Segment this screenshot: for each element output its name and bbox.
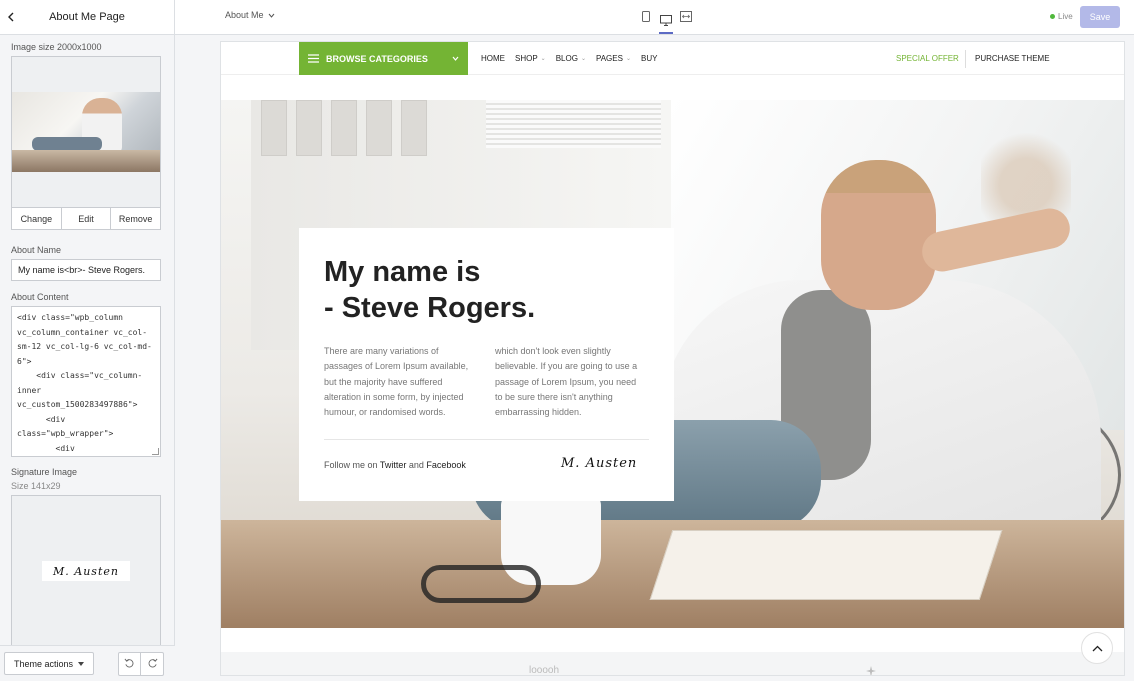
desktop-view-button[interactable] (659, 8, 673, 34)
menu-home[interactable]: HOME (481, 54, 505, 63)
about-image-preview[interactable] (11, 56, 161, 208)
hero-binder (366, 100, 392, 156)
menu-blog[interactable]: BLOG ⌄ (556, 54, 586, 63)
sidebar-title: About Me Page (49, 11, 125, 23)
chevron-down-icon (268, 13, 274, 18)
about-title-line2: - Steve Rogers. (324, 292, 536, 324)
signature: M. Austen (561, 456, 638, 471)
chevron-down-icon (452, 56, 459, 61)
chevron-up-icon (1092, 645, 1102, 651)
image-size-label: Image size 2000x1000 (11, 42, 102, 52)
change-image-button[interactable]: Change (12, 208, 62, 229)
remove-image-button[interactable]: Remove (111, 208, 160, 229)
thumb-desk (12, 150, 160, 172)
browse-categories-button[interactable]: BROWSE CATEGORIES (299, 42, 468, 75)
facebook-link[interactable]: Facebook (426, 460, 466, 470)
about-title: My name is - Steve Rogers. (324, 254, 535, 326)
save-button[interactable]: Save (1080, 6, 1120, 28)
resize-handle[interactable] (152, 448, 159, 455)
caret-down-icon: ⌄ (580, 56, 586, 62)
about-image-thumbnail (12, 92, 160, 172)
live-status: Live (1050, 12, 1073, 21)
sidebar-header: About Me Page (0, 0, 174, 35)
main-menu: HOME SHOP ⌄ BLOG ⌄ PAGES ⌄ BUY (481, 42, 657, 75)
editor-topbar: About Me Live Save (175, 0, 1134, 35)
about-name-input[interactable]: My name is<br>- Steve Rogers. (11, 259, 161, 281)
follow-and: and (406, 460, 427, 470)
hamburger-icon (308, 54, 319, 63)
about-card: My name is - Steve Rogers. There are man… (299, 228, 674, 501)
page-selector-label: About Me (225, 10, 264, 20)
hero-head (821, 160, 936, 310)
hero-binder (401, 100, 427, 156)
hero-glasses (421, 565, 541, 603)
fullwidth-view-button[interactable] (679, 8, 693, 25)
customizer-sidebar: About Me Page Image size 2000x1000 Chang… (0, 0, 175, 681)
about-content-textarea[interactable]: <div class="wpb_column vc_column_contain… (11, 306, 161, 457)
menu-home-label: HOME (481, 54, 505, 63)
theme-actions-button[interactable]: Theme actions (4, 652, 95, 675)
twitter-link[interactable]: Twitter (380, 460, 407, 470)
hero-binder (296, 100, 322, 156)
special-offer-link[interactable]: SPECIAL OFFER (896, 54, 959, 63)
live-label: Live (1058, 12, 1073, 21)
thumb-legs (32, 137, 102, 151)
signature-size-label: Size 141x29 (11, 481, 61, 491)
desktop-icon (660, 14, 672, 26)
caret-down-icon: ⌄ (625, 56, 631, 62)
live-dot (1050, 14, 1055, 19)
browse-categories-label: BROWSE CATEGORIES (326, 53, 428, 64)
hero-image: My name is - Steve Rogers. There are man… (221, 100, 1124, 628)
nav-divider (965, 50, 966, 68)
brand-logo: looooh (529, 665, 560, 676)
menu-shop[interactable]: SHOP ⌄ (515, 54, 546, 63)
caret-down-icon (78, 661, 85, 666)
hero-book (649, 530, 1003, 600)
menu-shop-label: SHOP (515, 54, 538, 63)
sidebar-footer: Theme actions (0, 645, 175, 681)
redo-icon (148, 658, 157, 668)
menu-buy-label: BUY (640, 54, 658, 63)
caret-down-icon: ⌄ (540, 56, 546, 62)
hero-papers (486, 100, 661, 148)
about-text-col1: There are many variations of passages of… (324, 346, 469, 418)
signature-image-label: Signature Image (11, 467, 78, 477)
mobile-icon (642, 11, 650, 22)
image-actions: Change Edit Remove (11, 208, 161, 230)
hero-binder (331, 100, 357, 156)
site-preview: BROWSE CATEGORIES HOME SHOP ⌄ BLOG ⌄ PAGES… (220, 41, 1125, 676)
menu-pages[interactable]: PAGES ⌄ (596, 54, 631, 63)
menu-pages-label: PAGES (595, 54, 623, 63)
undo-button[interactable] (119, 652, 142, 675)
brand-logos-strip: looooh (221, 652, 1124, 676)
hero-binder (261, 100, 287, 156)
signature-thumbnail: M. Austen (42, 561, 130, 581)
theme-actions-label: Theme actions (14, 658, 74, 669)
chevron-left-icon (8, 12, 14, 22)
about-content-label: About Content (11, 292, 69, 302)
card-divider (324, 439, 649, 440)
back-button[interactable] (0, 0, 22, 35)
redo-button[interactable] (141, 653, 163, 675)
page-selector[interactable]: About Me (225, 10, 275, 20)
edit-image-button[interactable]: Edit (62, 208, 112, 229)
mobile-view-button[interactable] (639, 8, 653, 25)
about-text-col2: which don't look even slightly believabl… (495, 346, 638, 418)
follow-me-text: Follow me on Twitter and Facebook (324, 460, 466, 470)
menu-buy[interactable]: BUY (641, 54, 657, 63)
brand-logo-icon (866, 666, 876, 675)
purchase-theme-link[interactable]: PURCHASE THEME (975, 54, 1050, 63)
undo-redo-group (118, 651, 165, 676)
device-switcher (639, 8, 693, 34)
fullwidth-icon (680, 11, 692, 22)
follow-prefix: Follow me on (324, 460, 380, 470)
undo-icon (124, 658, 134, 668)
menu-blog-label: BLOG (555, 54, 578, 63)
site-navbar: BROWSE CATEGORIES HOME SHOP ⌄ BLOG ⌄ PAGES… (221, 42, 1124, 75)
about-title-line1: My name is (324, 256, 481, 288)
signature-image-preview[interactable]: M. Austen (11, 495, 161, 647)
scroll-to-top-button[interactable] (1081, 632, 1113, 664)
about-content-text: <div class="wpb_column vc_column_contain… (17, 313, 152, 453)
about-name-label: About Name (11, 245, 62, 255)
